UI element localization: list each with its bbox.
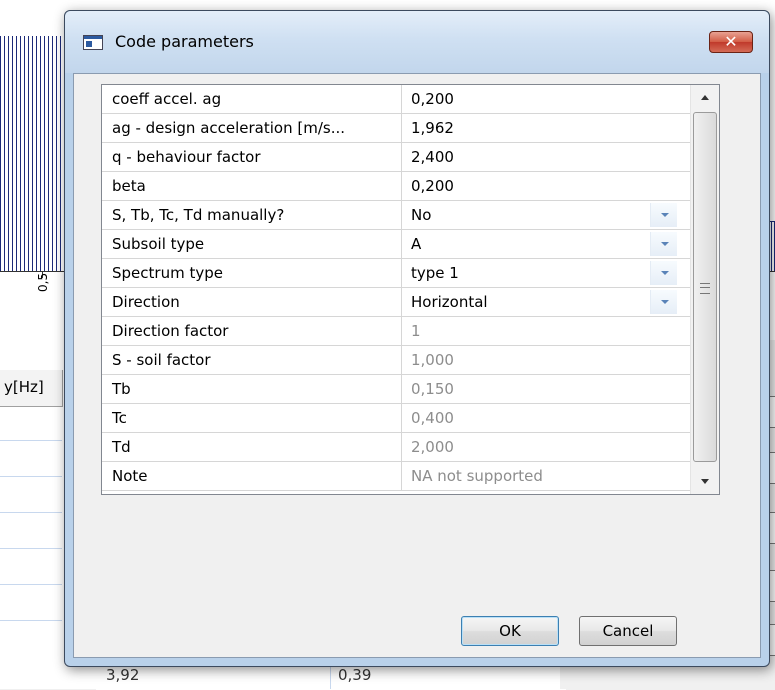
property-row[interactable]: Spectrum type type 1 <box>102 259 690 288</box>
cancel-button[interactable]: Cancel <box>579 616 677 646</box>
spectrum-bars-left <box>0 36 68 272</box>
property-value: 1 <box>411 322 421 340</box>
property-value: 1,000 <box>411 351 454 369</box>
scrollbar-thumb[interactable] <box>693 112 717 462</box>
chart-tick-label: 0,5 <box>36 272 50 292</box>
property-row[interactable]: Note NA not supported <box>102 462 690 491</box>
table-row-divider <box>0 584 62 585</box>
property-name: Spectrum type <box>102 259 402 287</box>
dropdown-arrow-icon[interactable] <box>650 261 677 285</box>
property-name: ag - design acceleration [m/s... <box>102 114 402 142</box>
property-row[interactable]: S - soil factor 1,000 <box>102 346 690 375</box>
frequency-column-label: y[Hz] <box>4 378 44 396</box>
property-value: 0,400 <box>411 409 454 427</box>
property-row[interactable]: coeff accel. ag 0,200 <box>102 85 690 114</box>
property-value[interactable]: 0,200 <box>402 172 690 200</box>
code-parameters-dialog: Code parameters ✕ coeff accel. ag 0,200 ag… <box>64 10 770 667</box>
property-value: NA not supported <box>411 467 543 485</box>
scroll-down-arrow-icon[interactable] <box>691 468 719 494</box>
property-name: beta <box>102 172 402 200</box>
table-row-divider <box>0 512 62 513</box>
property-name: Direction <box>102 288 402 316</box>
property-name: Note <box>102 462 402 490</box>
property-row[interactable]: S, Tb, Tc, Td manually? No <box>102 201 690 230</box>
dialog-title: Code parameters <box>115 32 254 51</box>
property-dropdown-value[interactable]: A <box>402 230 690 258</box>
table-cell: 0,39 <box>338 666 372 684</box>
property-name: Direction factor <box>102 317 402 345</box>
property-name: q - behaviour factor <box>102 143 402 171</box>
property-value[interactable]: 1,962 <box>402 114 690 142</box>
property-row[interactable]: Tc 0,400 <box>102 404 690 433</box>
dropdown-arrow-icon[interactable] <box>650 290 677 314</box>
table-row-divider <box>0 620 62 621</box>
property-value[interactable]: 0,200 <box>402 85 690 113</box>
property-dropdown-value[interactable]: No <box>402 201 690 229</box>
property-name: S, Tb, Tc, Td manually? <box>102 201 402 229</box>
ok-button[interactable]: OK <box>461 616 559 646</box>
window-icon <box>83 35 103 50</box>
scrollbar-grip-icon <box>700 283 710 294</box>
property-value: 0,150 <box>411 380 454 398</box>
property-name: S - soil factor <box>102 346 402 374</box>
dialog-client-area: coeff accel. ag 0,200 ag - design accelera… <box>73 73 761 658</box>
table-row-divider <box>0 548 62 549</box>
close-icon: ✕ <box>724 32 738 51</box>
property-dropdown-value[interactable]: Horizontal <box>402 288 690 316</box>
property-row[interactable]: Td 2,000 <box>102 433 690 462</box>
property-name: Tb <box>102 375 402 403</box>
property-row[interactable]: Tb 0,150 <box>102 375 690 404</box>
property-row[interactable]: Direction Horizontal <box>102 288 690 317</box>
property-name: Td <box>102 433 402 461</box>
table-cell: 3,92 <box>106 666 140 684</box>
vertical-scrollbar[interactable] <box>690 85 719 494</box>
property-row[interactable]: ag - design acceleration [m/s... 1,962 <box>102 114 690 143</box>
property-value[interactable]: 2,400 <box>402 143 690 171</box>
scroll-up-arrow-icon[interactable] <box>691 85 719 111</box>
dropdown-arrow-icon[interactable] <box>650 203 677 227</box>
dialog-titlebar[interactable]: Code parameters ✕ <box>65 11 769 73</box>
property-dropdown-value[interactable]: type 1 <box>402 259 690 287</box>
dropdown-arrow-icon[interactable] <box>650 232 677 256</box>
property-grid: coeff accel. ag 0,200 ag - design accelera… <box>101 84 720 495</box>
property-row[interactable]: Direction factor 1 <box>102 317 690 346</box>
property-row[interactable]: q - behaviour factor 2,400 <box>102 143 690 172</box>
property-value: 2,000 <box>411 438 454 456</box>
table-row-divider <box>0 476 62 477</box>
property-name: Tc <box>102 404 402 432</box>
property-row[interactable]: beta 0,200 <box>102 172 690 201</box>
property-name: Subsoil type <box>102 230 402 258</box>
frequency-column-header[interactable]: y[Hz] <box>0 370 63 407</box>
close-button[interactable]: ✕ <box>709 31 753 53</box>
property-name: coeff accel. ag <box>102 85 402 113</box>
table-row-divider <box>0 440 62 441</box>
property-row[interactable]: Subsoil type A <box>102 230 690 259</box>
